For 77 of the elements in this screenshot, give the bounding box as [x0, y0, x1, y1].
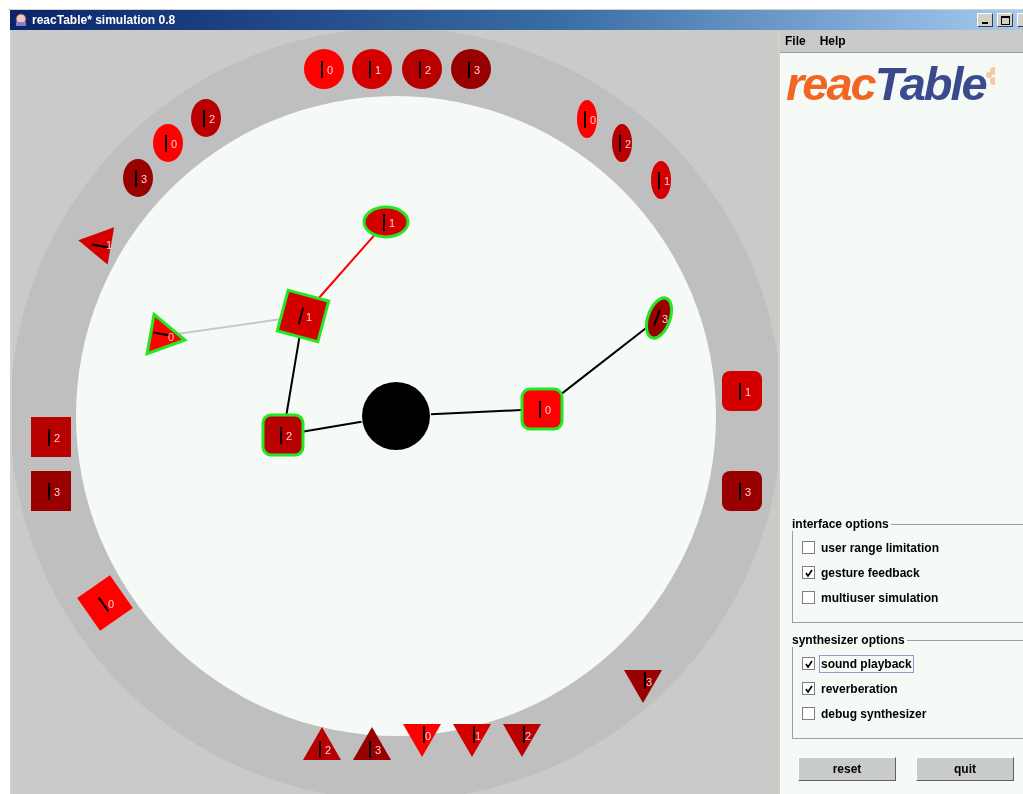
triangle-token[interactable]	[503, 724, 541, 758]
token-label: 3	[646, 676, 653, 688]
circle-token[interactable]	[644, 296, 674, 340]
checkbox[interactable]	[802, 707, 815, 720]
token-label: 1	[375, 64, 382, 76]
maximize-button[interactable]	[997, 13, 1013, 27]
triangle-token[interactable]	[303, 726, 341, 760]
token-label: 0	[327, 64, 334, 76]
token-label: 0	[545, 404, 552, 416]
output-hub[interactable]	[362, 382, 430, 450]
reset-button[interactable]: reset	[798, 757, 896, 781]
checkbox[interactable]	[802, 682, 815, 695]
option-label[interactable]: debug synthesizer	[819, 704, 929, 723]
token-label: 2	[286, 430, 293, 442]
triangle-token[interactable]	[78, 227, 115, 265]
token-label: 2	[425, 64, 432, 76]
circle-token[interactable]	[612, 124, 632, 162]
token-label: 0	[171, 138, 178, 150]
square-token[interactable]	[722, 371, 762, 411]
token-label: 2	[209, 113, 216, 125]
circle-token[interactable]	[304, 49, 344, 89]
option-label[interactable]: multiuser simulation	[819, 588, 941, 607]
token-label: 1	[106, 239, 113, 251]
circle-token[interactable]	[123, 159, 153, 197]
circle-token[interactable]	[352, 49, 392, 89]
circle-token[interactable]	[651, 161, 671, 199]
circle-token[interactable]	[362, 205, 410, 239]
circle-token[interactable]	[402, 49, 442, 89]
token-label: 2	[325, 744, 332, 756]
token-label: 1	[745, 386, 752, 398]
token-label: 1	[664, 175, 671, 187]
option-label[interactable]: user range limitation	[819, 538, 942, 557]
token-label: 1	[306, 311, 313, 323]
maximize-icon	[1000, 15, 1010, 25]
token-label: 2	[54, 432, 61, 444]
token-label: 1	[475, 730, 482, 742]
circle-token[interactable]	[191, 99, 221, 137]
token-label: 2	[625, 138, 632, 150]
option-label[interactable]: gesture feedback	[819, 563, 922, 582]
quit-button[interactable]: quit	[916, 757, 1014, 781]
token-label: 0	[108, 598, 115, 610]
square-token[interactable]	[261, 413, 305, 457]
token-label: 0	[590, 114, 597, 126]
circle-token[interactable]	[451, 49, 491, 89]
token-label: 3	[662, 313, 669, 325]
checkbox[interactable]	[802, 591, 815, 604]
token-label: 0	[168, 331, 175, 343]
token-label: 3	[745, 486, 752, 498]
token-label: 1	[389, 217, 396, 229]
circle-token[interactable]	[577, 100, 597, 138]
minimize-button[interactable]	[977, 13, 993, 27]
triangle-token[interactable]	[453, 724, 491, 758]
option-label[interactable]: sound playback	[819, 654, 914, 673]
triangle-token[interactable]	[353, 726, 391, 760]
square-token[interactable]	[722, 471, 762, 511]
token-label: 3	[54, 486, 61, 498]
circle-token[interactable]	[153, 124, 183, 162]
logo-text: reac	[786, 57, 875, 110]
checkbox[interactable]	[802, 657, 815, 670]
triangle-token[interactable]	[624, 670, 662, 704]
menu-item[interactable]: File	[785, 34, 806, 48]
group-title: synthesizer options	[791, 633, 906, 647]
close-button[interactable]	[1017, 13, 1023, 27]
triangle-token[interactable]	[403, 724, 441, 758]
checkbox[interactable]	[802, 541, 815, 554]
token-label: 3	[375, 744, 382, 756]
menu-item[interactable]: Help	[819, 34, 846, 48]
window-title: reacTable* simulation 0.8	[32, 13, 176, 27]
checkbox[interactable]	[802, 566, 815, 579]
token-label: 2	[525, 730, 532, 742]
square-token[interactable]	[520, 387, 564, 431]
option-label[interactable]: reverberation	[819, 679, 900, 698]
token-label: 0	[425, 730, 432, 742]
token-label: 3	[474, 64, 481, 76]
token-label: 3	[141, 173, 148, 185]
group-title: interface options	[791, 517, 890, 531]
app-icon	[14, 13, 28, 27]
